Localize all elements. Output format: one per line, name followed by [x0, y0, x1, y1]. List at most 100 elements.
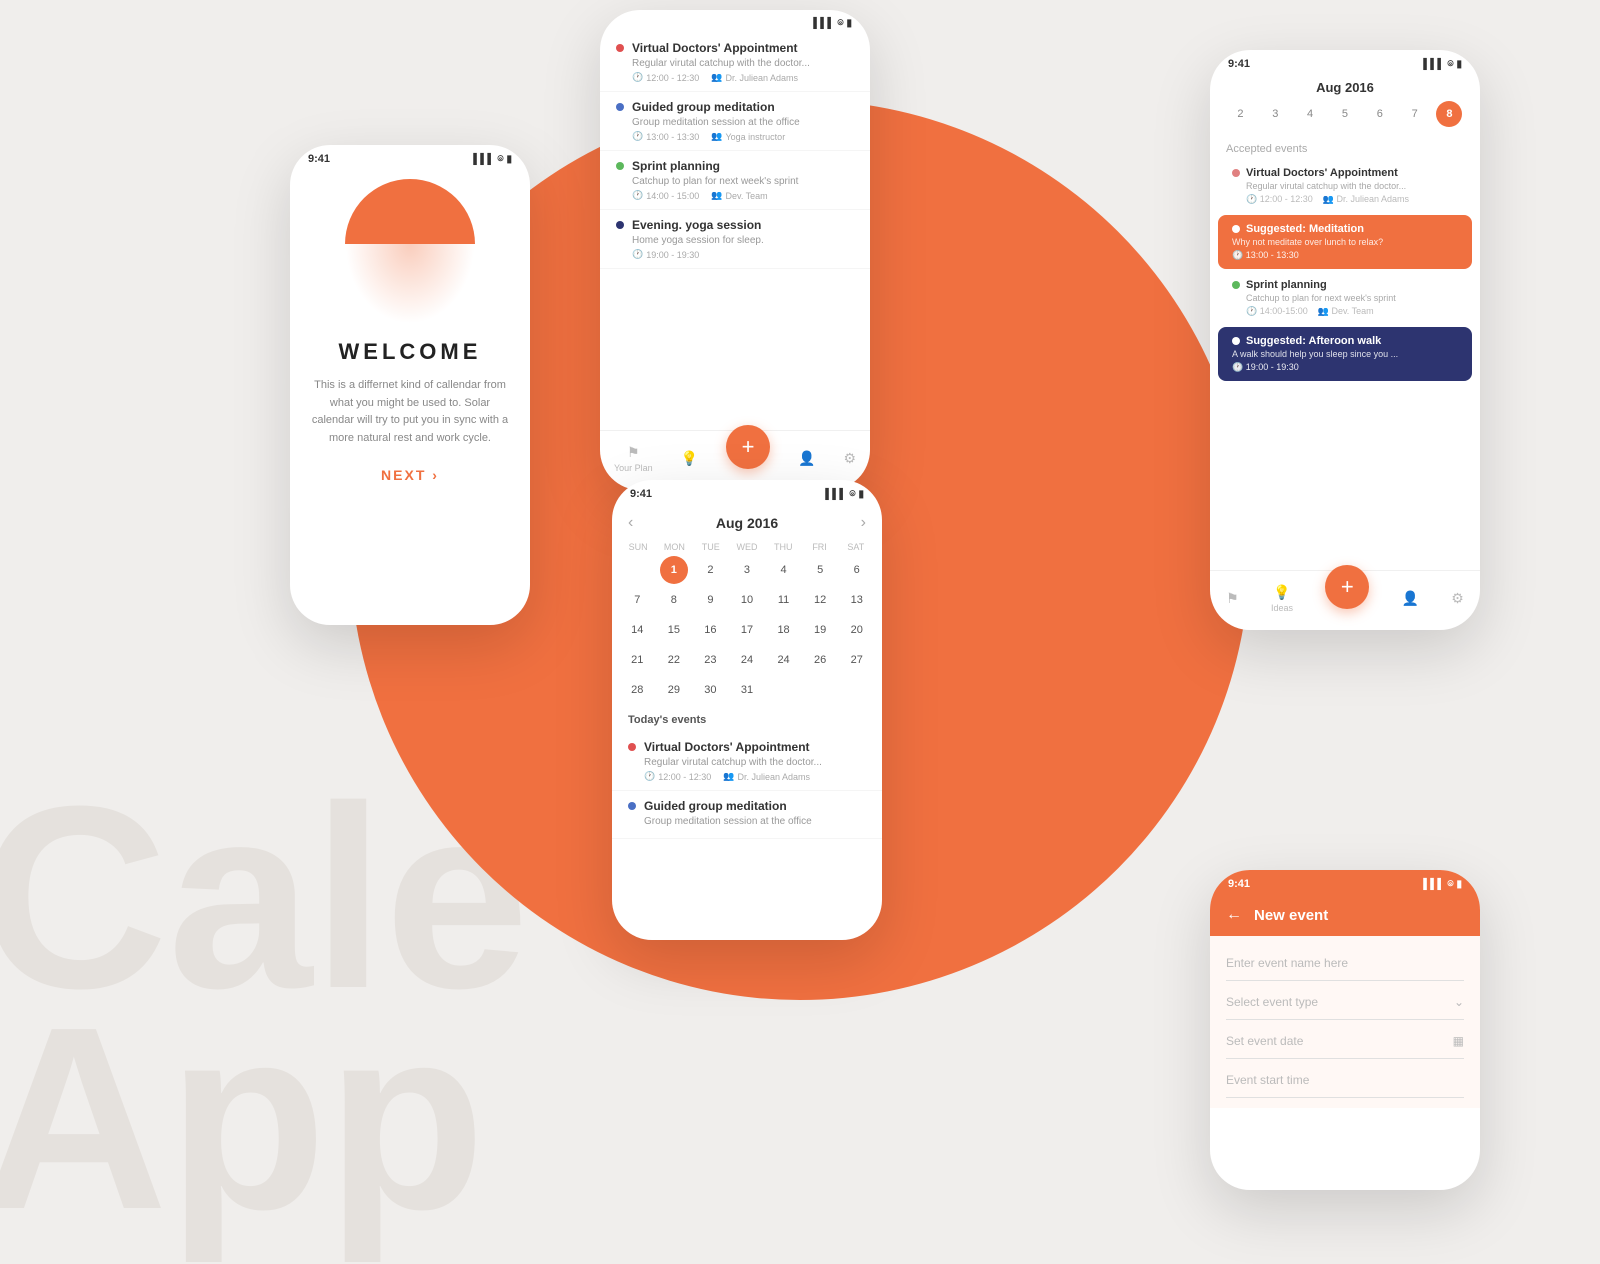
calendar-grid: 1 2 3 4 5 6 7 8 9 10 11 12 13 14 15 16 1…	[612, 556, 882, 704]
cal-day-11[interactable]: 11	[770, 586, 798, 614]
event-type-select[interactable]: Select event type ⌄	[1226, 985, 1464, 1020]
back-button[interactable]: ←	[1226, 906, 1242, 924]
event-title: Guided group meditation	[632, 100, 775, 114]
battery-icon: ▮	[506, 154, 512, 165]
next-month-button[interactable]: ›	[861, 514, 866, 532]
cal-day-31[interactable]: 31	[733, 676, 761, 704]
cal-day-29[interactable]: 29	[660, 676, 688, 704]
cal-day-28[interactable]: 28	[623, 676, 651, 704]
cal-day-16[interactable]: 16	[696, 616, 724, 644]
cal-day-5[interactable]: 5	[806, 556, 834, 584]
cal-day-24[interactable]: 24	[733, 646, 761, 674]
event-subtitle: Catchup to plan for next week's sprint	[632, 176, 854, 187]
cal-day-19[interactable]: 19	[806, 616, 834, 644]
event-item-3[interactable]: Sprint planning Catchup to plan for next…	[600, 151, 870, 210]
weekday-tue: TUE	[693, 542, 729, 552]
cal-day-17[interactable]: 17	[733, 616, 761, 644]
day-3[interactable]: 3	[1262, 101, 1288, 127]
cal-day-22[interactable]: 22	[660, 646, 688, 674]
event-item-2[interactable]: Guided group meditation Group meditation…	[600, 92, 870, 151]
new-event-time: 9:41	[1228, 878, 1250, 890]
cal-day-14[interactable]: 14	[623, 616, 651, 644]
new-event-status-icons: ▌▌▌ ⌾ ▮	[1423, 879, 1462, 890]
signal-icon: ▌▌▌	[473, 154, 494, 165]
cal-day-1[interactable]: 1	[660, 556, 688, 584]
cal-day-7[interactable]: 7	[623, 586, 651, 614]
clock-icon: 🕐	[632, 249, 643, 260]
accepted-event-navy[interactable]: Suggested: Afteroon walk A walk should h…	[1218, 327, 1472, 381]
cal-day-21[interactable]: 21	[623, 646, 651, 674]
cal-day-23[interactable]: 23	[696, 646, 724, 674]
event-title: Guided group meditation	[644, 799, 787, 813]
cal-day-26[interactable]: 26	[806, 646, 834, 674]
cal-day-9[interactable]: 9	[696, 586, 724, 614]
cal-day-13[interactable]: 13	[843, 586, 871, 614]
wifi-icon: ⌾	[849, 489, 855, 500]
nav-settings[interactable]: ⚙	[843, 450, 856, 467]
day-4[interactable]: 4	[1297, 101, 1323, 127]
nav-profile[interactable]: 👤	[798, 450, 815, 467]
day-8-today[interactable]: 8	[1436, 101, 1462, 127]
event-title-text: Virtual Doctors' Appointment	[1246, 167, 1398, 179]
event-date-input[interactable]: Set event date ▦	[1226, 1024, 1464, 1059]
event-time-input[interactable]: Event start time	[1226, 1063, 1464, 1098]
person-icon: 👥	[711, 131, 722, 142]
next-button[interactable]: NEXT ›	[381, 467, 439, 483]
event-name-input[interactable]: Enter event name here	[1226, 946, 1464, 981]
nav-ideas[interactable]: 💡 Ideas	[1271, 584, 1293, 613]
cal-day-empty	[620, 556, 655, 584]
today-event-1[interactable]: Virtual Doctors' Appointment Regular vir…	[612, 732, 882, 791]
cal-day-12[interactable]: 12	[806, 586, 834, 614]
add-event-fab[interactable]: +	[726, 425, 770, 469]
signal-icon: ▌▌▌	[825, 489, 846, 500]
cal-day-4[interactable]: 4	[770, 556, 798, 584]
cal-day-20[interactable]: 20	[843, 616, 871, 644]
accepted-event-plain-3[interactable]: Sprint planning Catchup to plan for next…	[1218, 273, 1472, 323]
calendar-header: ‹ Aug 2016 ›	[612, 504, 882, 542]
nav-flag[interactable]: ⚑	[1226, 590, 1239, 607]
day-6[interactable]: 6	[1367, 101, 1393, 127]
cal-day-27[interactable]: 27	[843, 646, 871, 674]
event-subtitle: Regular virutal catchup with the doctor.…	[632, 58, 854, 69]
event-item-1[interactable]: Virtual Doctors' Appointment Regular vir…	[600, 33, 870, 92]
cal-day-18[interactable]: 18	[770, 616, 798, 644]
prev-month-button[interactable]: ‹	[628, 514, 633, 532]
cal-day-3[interactable]: 3	[733, 556, 761, 584]
accepted-event-plain-1[interactable]: Virtual Doctors' Appointment Regular vir…	[1218, 161, 1472, 211]
battery-icon: ▮	[858, 489, 864, 500]
cal-day-6[interactable]: 6	[843, 556, 871, 584]
nav-settings[interactable]: ⚙	[1451, 590, 1464, 607]
cal-day-15[interactable]: 15	[660, 616, 688, 644]
cal-day-2[interactable]: 2	[696, 556, 724, 584]
day-7[interactable]: 7	[1402, 101, 1428, 127]
event-dot	[1232, 337, 1240, 345]
event-dot	[616, 103, 624, 111]
cal-day-10[interactable]: 10	[733, 586, 761, 614]
event-item-4[interactable]: Evening. yoga session Home yoga session …	[600, 210, 870, 269]
event-desc: Regular virutal catchup with the doctor.…	[1246, 181, 1458, 191]
day-2[interactable]: 2	[1227, 101, 1253, 127]
clock-icon: 🕐 14:00-15:00	[1246, 306, 1308, 317]
nav-profile[interactable]: 👤	[1402, 590, 1419, 607]
wifi-icon: ⌾	[1447, 59, 1453, 70]
calendar-icon: ▦	[1453, 1034, 1464, 1048]
clock-icon: 🕐	[632, 190, 643, 201]
cal-day-30[interactable]: 30	[696, 676, 724, 704]
event-time: 🕐 13:00 - 13:30	[1232, 250, 1458, 261]
accepted-event-orange[interactable]: Suggested: Meditation Why not meditate o…	[1218, 215, 1472, 269]
clock-icon: 🕐	[632, 131, 643, 142]
today-event-2[interactable]: Guided group meditation Group meditation…	[612, 791, 882, 839]
flag-icon: ⚑	[627, 444, 640, 461]
nav-ideas[interactable]: 💡	[681, 450, 698, 467]
cal-day-25[interactable]: 24	[770, 646, 798, 674]
filter-icon: ⚙	[843, 450, 856, 467]
event-type-placeholder: Select event type	[1226, 995, 1318, 1009]
weekday-sun: SUN	[620, 542, 656, 552]
event-meta: 🕐12:00 - 12:30 👥Dr. Juliean Adams	[632, 72, 854, 83]
add-event-fab[interactable]: +	[1325, 565, 1369, 609]
nav-plan[interactable]: ⚑ Your Plan	[614, 444, 653, 473]
weekday-wed: WED	[729, 542, 765, 552]
weekday-thu: THU	[765, 542, 801, 552]
day-5[interactable]: 5	[1332, 101, 1358, 127]
cal-day-8[interactable]: 8	[660, 586, 688, 614]
